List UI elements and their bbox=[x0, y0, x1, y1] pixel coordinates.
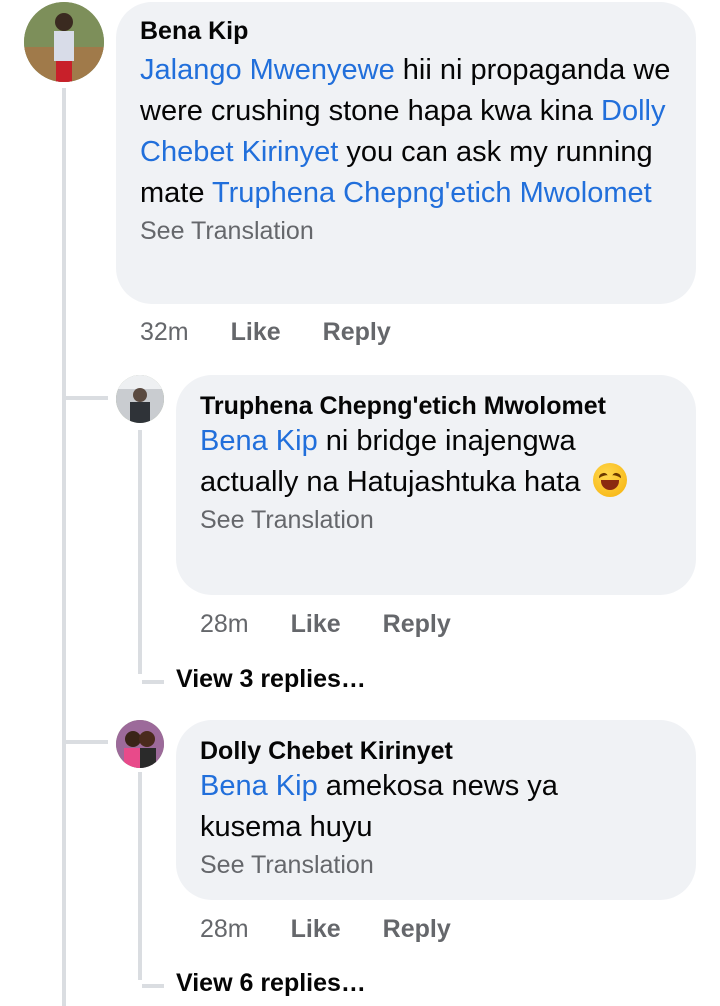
comment-text: Bena Kip amekosa news ya kusema huyu bbox=[200, 766, 630, 848]
comment-actions: 32m Like Reply bbox=[140, 318, 433, 347]
thread-connector-reply-2-h bbox=[66, 740, 108, 744]
comment-actions: 28m Like Reply bbox=[200, 610, 493, 639]
comment-timestamp[interactable]: 28m bbox=[200, 915, 249, 944]
comment-bubble: Dolly Chebet Kirinyet Bena Kip amekosa n… bbox=[176, 720, 696, 900]
like-button[interactable]: Like bbox=[291, 610, 341, 639]
like-button[interactable]: Like bbox=[231, 318, 281, 347]
mention-link[interactable]: Bena Kip bbox=[200, 425, 318, 457]
reply-button[interactable]: Reply bbox=[383, 610, 451, 639]
avatar-photo-icon bbox=[116, 720, 164, 768]
thread-connector-reply-1-h bbox=[66, 396, 108, 400]
like-button[interactable]: Like bbox=[291, 915, 341, 944]
comment-text: Jalango Mwenyewe hii ni propaganda we we… bbox=[140, 50, 672, 214]
thread-line-reply-2 bbox=[138, 772, 142, 980]
avatar[interactable] bbox=[116, 720, 164, 768]
comment-author[interactable]: Bena Kip bbox=[140, 16, 672, 46]
mention-link[interactable]: Truphena Chepng'etich Mwolomet bbox=[212, 177, 652, 209]
reply-button[interactable]: Reply bbox=[383, 915, 451, 944]
comment-author[interactable]: Truphena Chepng'etich Mwolomet bbox=[200, 391, 672, 421]
thread-line-reply-1 bbox=[138, 430, 142, 674]
thread-connector-view-2 bbox=[142, 984, 164, 988]
comment-timestamp[interactable]: 28m bbox=[200, 610, 249, 639]
thread-connector-view-1 bbox=[142, 680, 164, 684]
see-translation-link[interactable]: See Translation bbox=[200, 848, 672, 882]
avatar[interactable] bbox=[116, 375, 164, 423]
avatar[interactable] bbox=[24, 2, 104, 82]
view-replies-link[interactable]: View 6 replies… bbox=[176, 969, 366, 998]
comment-author[interactable]: Dolly Chebet Kirinyet bbox=[200, 736, 672, 766]
see-translation-link[interactable]: See Translation bbox=[200, 503, 672, 537]
see-translation-link[interactable]: See Translation bbox=[140, 214, 672, 248]
avatar-photo-icon bbox=[116, 375, 164, 423]
mention-link[interactable]: Jalango Mwenyewe bbox=[140, 54, 395, 86]
comment-text: Bena Kip ni bridge inajengwa actually na… bbox=[200, 421, 630, 503]
avatar-photo-icon bbox=[24, 2, 104, 82]
rolling-on-floor-laughing-icon bbox=[592, 463, 627, 497]
reply-button[interactable]: Reply bbox=[323, 318, 391, 347]
comment-bubble: Truphena Chepng'etich Mwolomet Bena Kip … bbox=[176, 375, 696, 595]
comment-bubble: Bena Kip Jalango Mwenyewe hii ni propaga… bbox=[116, 2, 696, 304]
thread-line-main bbox=[62, 88, 66, 1006]
comment-actions: 28m Like Reply bbox=[200, 915, 493, 944]
comment-timestamp[interactable]: 32m bbox=[140, 318, 189, 347]
view-replies-link[interactable]: View 3 replies… bbox=[176, 665, 366, 694]
mention-link[interactable]: Bena Kip bbox=[200, 770, 318, 802]
